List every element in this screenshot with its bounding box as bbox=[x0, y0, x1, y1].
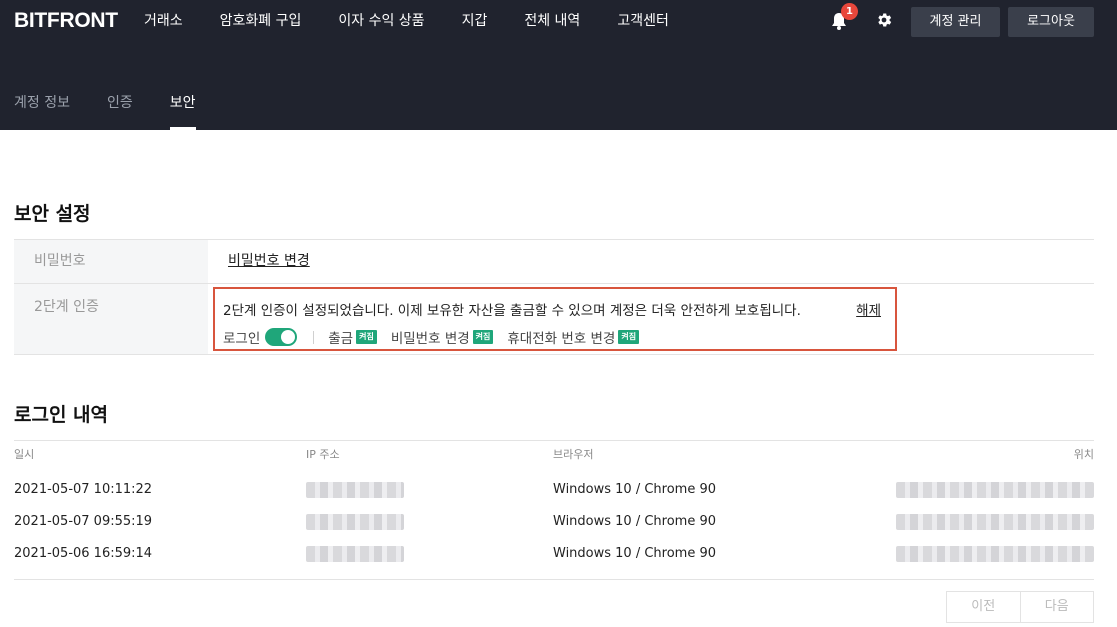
password-label: 비밀번호 bbox=[14, 240, 208, 283]
divider bbox=[313, 330, 315, 344]
pagination: 이전 다음 bbox=[946, 591, 1094, 623]
nav-exchange[interactable]: 거래소 bbox=[144, 12, 183, 30]
blurred-ip bbox=[306, 546, 404, 562]
table-body: 2021-05-07 10:11:22 Windows 10 / Chrome … bbox=[14, 465, 1094, 580]
column-browser: 브라우저 bbox=[553, 448, 594, 461]
account-management-button[interactable]: 계정 관리 bbox=[911, 7, 1000, 37]
row-browser: Windows 10 / Chrome 90 bbox=[553, 546, 717, 561]
withdraw-option-label: 출금 bbox=[328, 331, 354, 347]
withdraw-option: 출금 켜짐 bbox=[328, 327, 377, 347]
login-option-label: 로그인 bbox=[223, 331, 261, 347]
login-history-title: 로그인 내역 bbox=[14, 404, 109, 426]
column-location: 위치 bbox=[1073, 448, 1094, 461]
blurred-location bbox=[896, 482, 1094, 498]
row-date: 2021-05-07 09:55:19 bbox=[14, 514, 153, 529]
table-row: 2021-05-06 16:59:14 Windows 10 / Chrome … bbox=[14, 544, 1094, 564]
nav-buy-crypto[interactable]: 암호화폐 구입 bbox=[220, 12, 302, 30]
row-date: 2021-05-06 16:59:14 bbox=[14, 546, 153, 561]
nav-support[interactable]: 고객센터 bbox=[617, 12, 669, 30]
table-header: 일시 IP 주소 브라우저 위치 bbox=[14, 441, 1094, 465]
status-badge: 켜짐 bbox=[472, 330, 494, 344]
toggle-knob bbox=[281, 330, 296, 344]
security-settings-title: 보안 설정 bbox=[14, 203, 91, 225]
security-settings-table: 비밀번호 비밀번호 변경 2단계 인증 2단계 인증이 설정되었습니다. 이제 … bbox=[14, 239, 1094, 355]
login-2fa-toggle[interactable] bbox=[265, 328, 298, 346]
status-badge: 켜짐 bbox=[356, 330, 377, 344]
status-badge: 켜짐 bbox=[618, 330, 640, 344]
table-row: 2021-05-07 09:55:19 Windows 10 / Chrome … bbox=[14, 512, 1094, 532]
logo[interactable]: BITFRONT bbox=[14, 9, 118, 33]
twofa-row: 2단계 인증 2단계 인증이 설정되었습니다. 이제 보유한 자산을 출금할 수… bbox=[14, 284, 1094, 355]
password-value: 비밀번호 변경 bbox=[208, 240, 1094, 283]
password-row: 비밀번호 비밀번호 변경 bbox=[14, 240, 1094, 284]
row-browser: Windows 10 / Chrome 90 bbox=[553, 514, 717, 529]
account-subtabs: 계정 정보 인증 보안 bbox=[14, 93, 233, 130]
phone-change-option: 휴대전화 번호 변경 켜짐 bbox=[507, 327, 640, 347]
notification-badge: 1 bbox=[841, 3, 858, 20]
change-password-link[interactable]: 비밀번호 변경 bbox=[228, 253, 310, 269]
blurred-ip bbox=[306, 514, 404, 530]
top-header: BITFRONT 거래소 암호화폐 구입 이자 수익 상품 지갑 전체 내역 고… bbox=[0, 0, 1117, 130]
main-nav: 거래소 암호화폐 구입 이자 수익 상품 지갑 전체 내역 고객센터 bbox=[144, 12, 706, 30]
password-change-option-label: 비밀번호 변경 bbox=[390, 331, 470, 347]
password-change-option: 비밀번호 변경 켜짐 bbox=[391, 327, 494, 347]
row-date: 2021-05-07 10:11:22 bbox=[14, 482, 153, 497]
nav-wallet[interactable]: 지갑 bbox=[462, 12, 488, 30]
twofa-options: 로그인 출금 켜짐 비밀번호 변경 켜짐 휴대전화 번호 변경 켜짐 bbox=[223, 327, 653, 347]
tab-verification[interactable]: 인증 bbox=[107, 93, 133, 130]
twofa-value: 2단계 인증이 설정되었습니다. 이제 보유한 자산을 출금할 수 있으며 계정… bbox=[208, 284, 1094, 354]
gear-icon[interactable] bbox=[875, 11, 893, 29]
tab-account-info[interactable]: 계정 정보 bbox=[14, 93, 70, 130]
tab-security[interactable]: 보안 bbox=[169, 93, 196, 130]
login-history-table: 일시 IP 주소 브라우저 위치 2021-05-07 10:11:22 Win… bbox=[14, 440, 1094, 580]
column-ip: IP 주소 bbox=[306, 448, 340, 461]
twofa-label: 2단계 인증 bbox=[14, 284, 208, 354]
row-browser: Windows 10 / Chrome 90 bbox=[553, 482, 717, 497]
twofa-release-link[interactable]: 해제 bbox=[856, 299, 881, 319]
next-page-button[interactable]: 다음 bbox=[1019, 592, 1094, 622]
column-date: 일시 bbox=[14, 448, 35, 461]
nav-interest-products[interactable]: 이자 수익 상품 bbox=[338, 12, 424, 30]
table-row: 2021-05-07 10:11:22 Windows 10 / Chrome … bbox=[14, 480, 1094, 500]
nav-history[interactable]: 전체 내역 bbox=[524, 12, 580, 30]
twofa-message: 2단계 인증이 설정되었습니다. 이제 보유한 자산을 출금할 수 있으며 계정… bbox=[223, 303, 801, 319]
blurred-ip bbox=[306, 482, 404, 498]
logout-button[interactable]: 로그아웃 bbox=[1008, 7, 1094, 37]
twofa-status-box: 2단계 인증이 설정되었습니다. 이제 보유한 자산을 출금할 수 있으며 계정… bbox=[213, 287, 897, 351]
blurred-location bbox=[896, 514, 1094, 530]
prev-page-button[interactable]: 이전 bbox=[947, 592, 1020, 622]
phone-change-option-label: 휴대전화 번호 변경 bbox=[507, 331, 616, 347]
blurred-location bbox=[896, 546, 1094, 562]
